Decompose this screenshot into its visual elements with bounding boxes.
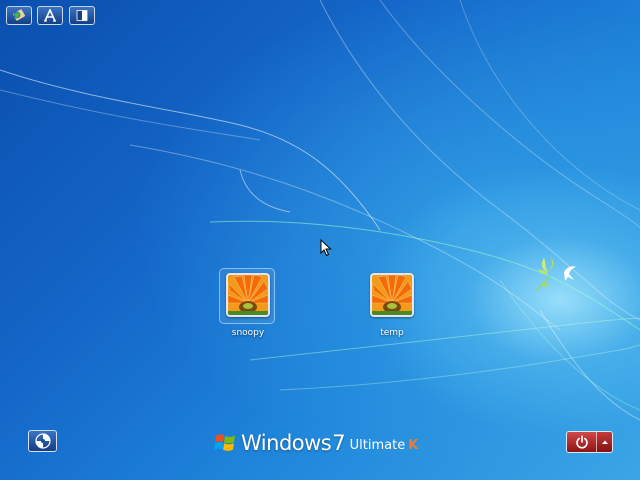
language-button[interactable] [6, 6, 32, 25]
letter-a-icon [44, 9, 56, 22]
mouse-cursor-icon [320, 239, 332, 257]
user-tile-temp[interactable]: temp [362, 268, 422, 348]
shutdown-button-group [566, 431, 613, 453]
wallpaper-bird-icon [535, 256, 576, 291]
ease-of-access-button[interactable] [28, 430, 57, 452]
brand-word: Windows [241, 431, 332, 455]
login-screen: snoopy temp Windows 7 Ultimate K [0, 0, 640, 480]
ease-of-access-icon [34, 433, 51, 449]
shutdown-button[interactable] [567, 432, 597, 452]
contrast-icon [76, 10, 88, 21]
user-name-label: snoopy [231, 328, 265, 338]
avatar [226, 273, 270, 317]
flower-avatar-icon [372, 275, 412, 315]
brand-edition: Ultimate [349, 438, 406, 453]
font-size-button[interactable] [37, 6, 63, 25]
windows-brand-logo: Windows 7 Ultimate K [214, 428, 418, 458]
brand-version: 7 [332, 431, 346, 455]
windows-flag-icon [214, 434, 235, 451]
power-icon [575, 435, 588, 449]
high-contrast-button[interactable] [69, 6, 95, 25]
brand-suffix: K [408, 438, 419, 453]
user-tile-snoopy[interactable]: snoopy [218, 268, 278, 348]
user-name-label: temp [380, 328, 404, 338]
flower-avatar-icon [228, 275, 268, 315]
shutdown-options-button[interactable] [597, 432, 612, 452]
globe-keyboard-icon [13, 9, 25, 21]
chevron-up-icon [601, 440, 608, 444]
avatar [370, 273, 414, 317]
